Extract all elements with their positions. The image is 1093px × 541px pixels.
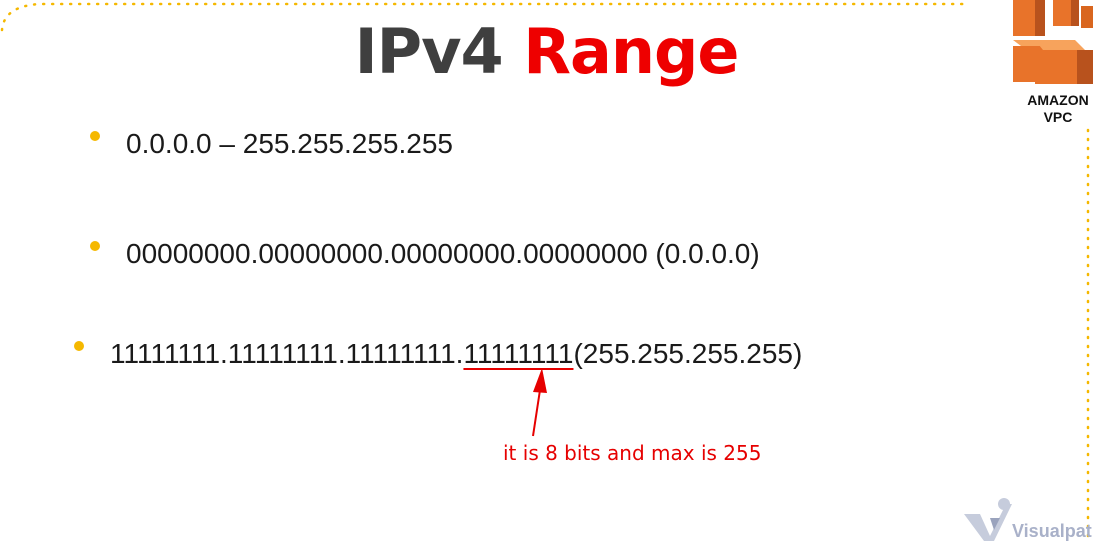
bullet-dot-icon [90,131,100,141]
visualpath-text: Visualpath [1012,521,1093,541]
bullet-text: 00000000.00000000.00000000.00000000 (0.0… [126,238,760,269]
amazon-vpc-line1: AMAZON [1027,92,1089,108]
amazon-vpc-icon [1013,0,1093,84]
underlined-octet: 11111111 [463,338,574,369]
bullet-text: 0.0.0.0 – 255.255.255.255 [126,128,453,159]
slide: IPv4 Range 0.0.0.0 – 255.255.255.255 000… [0,0,1093,541]
slide-title: IPv4 Range [0,14,1093,90]
title-range: Range [523,15,739,88]
amazon-vpc-label: AMAZON VPC [1018,92,1093,126]
amazon-vpc-line2: VPC [1043,109,1073,125]
bullet-dot-icon [74,341,84,351]
bullet-binary-min: 00000000.00000000.00000000.00000000 (0.0… [90,238,760,270]
bullet-ip-range: 0.0.0.0 – 255.255.255.255 [90,128,453,160]
bullet-dot-icon [90,241,100,251]
bullet-text-prefix: 11111111.11111111.11111111. [110,338,464,369]
bullet-text-suffix: (255.255.255.255) [573,338,803,369]
annotation-text: it is 8 bits and max is 255 [503,441,762,465]
title-ipv4: IPv4 [354,15,504,88]
bullet-binary-max: 11111111.11111111.11111111. 11111111 (255… [74,338,802,370]
